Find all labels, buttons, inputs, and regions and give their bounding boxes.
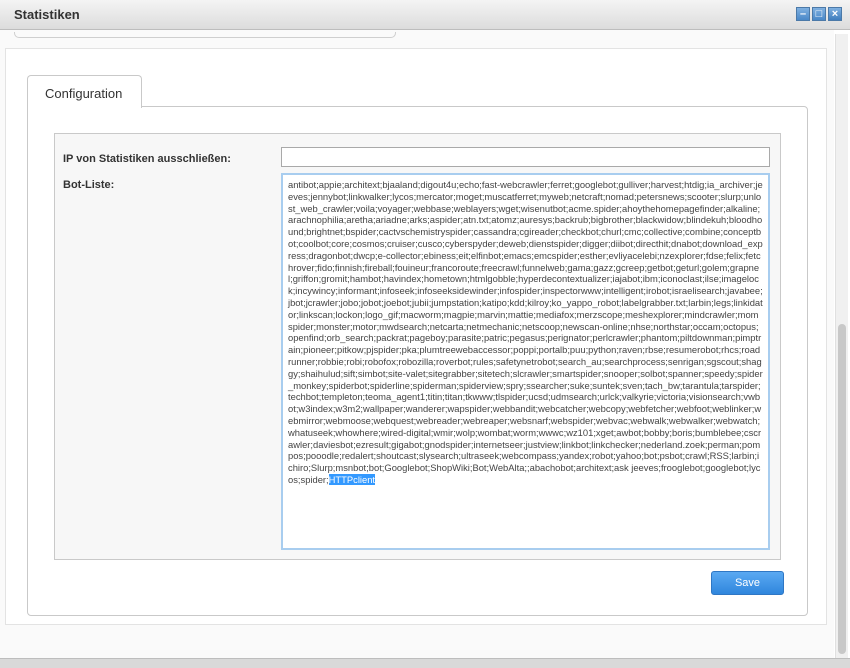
tab-configuration[interactable]: Configuration (27, 75, 142, 108)
bot-list-text: antibot;appie;architext;bjaaland;digout4… (288, 179, 763, 485)
window-titlebar: Statistiken – □ × (0, 0, 850, 30)
bot-list-label: Bot-Liste: (63, 179, 115, 191)
maximize-button[interactable]: □ (812, 7, 826, 21)
minimize-button[interactable]: – (796, 7, 810, 21)
close-button[interactable]: × (828, 7, 842, 21)
tab-configuration-label: Configuration (45, 86, 123, 101)
save-button[interactable]: Save (711, 571, 784, 595)
vertical-scrollbar[interactable] (835, 34, 848, 658)
scrollbar-thumb[interactable] (838, 324, 846, 654)
bot-list-textarea[interactable]: antibot;appie;architext;bjaaland;digout4… (281, 173, 770, 550)
bot-list-selected-text: HTTPclient (328, 473, 376, 485)
ip-exclude-label: IP von Statistiken ausschließen: (63, 153, 231, 165)
previous-section-edge (14, 32, 396, 38)
ip-exclude-input[interactable] (281, 147, 770, 167)
window-controls: – □ × (796, 7, 842, 21)
window-title: Statistiken (14, 7, 80, 22)
